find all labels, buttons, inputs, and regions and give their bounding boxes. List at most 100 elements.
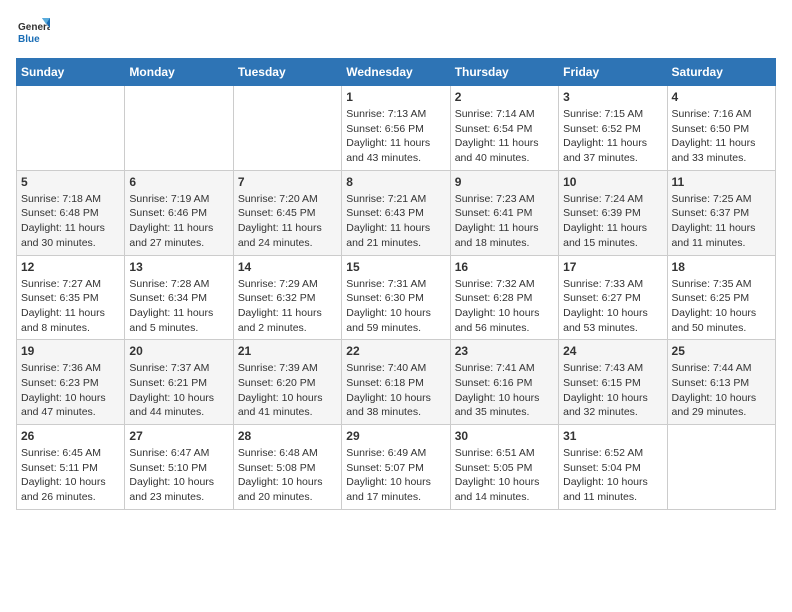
day-info: Sunrise: 7:23 AM Sunset: 6:41 PM Dayligh… <box>455 192 554 251</box>
calendar-cell: 19 Sunrise: 7:36 AM Sunset: 6:23 PM Dayli… <box>17 340 125 425</box>
day-number: 5 <box>21 175 120 189</box>
calendar-cell: 27 Sunrise: 6:47 AM Sunset: 5:10 PM Dayli… <box>125 425 233 510</box>
day-number: 4 <box>672 90 771 104</box>
day-number: 10 <box>563 175 662 189</box>
calendar-cell: 14 Sunrise: 7:29 AM Sunset: 6:32 PM Dayli… <box>233 255 341 340</box>
calendar-cell <box>667 425 775 510</box>
calendar-cell: 24 Sunrise: 7:43 AM Sunset: 6:15 PM Dayli… <box>559 340 667 425</box>
day-info: Sunrise: 7:20 AM Sunset: 6:45 PM Dayligh… <box>238 192 337 251</box>
calendar-cell: 29 Sunrise: 6:49 AM Sunset: 5:07 PM Dayli… <box>342 425 450 510</box>
calendar-cell: 3Sunrise: 7:15 AM Sunset: 6:52 PM Daylig… <box>559 86 667 171</box>
calendar-cell: 25Sunrise: 7:44 AM Sunset: 6:13 PM Dayli… <box>667 340 775 425</box>
calendar-cell: 4 Sunrise: 7:16 AM Sunset: 6:50 PM Daylig… <box>667 86 775 171</box>
week-row-4: 19 Sunrise: 7:36 AM Sunset: 6:23 PM Dayli… <box>17 340 776 425</box>
day-info: Sunrise: 7:14 AM Sunset: 6:54 PM Dayligh… <box>455 107 554 166</box>
day-number: 24 <box>563 344 662 358</box>
day-number: 12 <box>21 260 120 274</box>
calendar-cell <box>233 86 341 171</box>
week-row-1: 1Sunrise: 7:13 AM Sunset: 6:56 PM Daylig… <box>17 86 776 171</box>
day-info: Sunrise: 7:37 AM Sunset: 6:21 PM Dayligh… <box>129 361 228 420</box>
day-number: 7 <box>238 175 337 189</box>
day-info: Sunrise: 7:18 AM Sunset: 6:48 PM Dayligh… <box>21 192 120 251</box>
day-info: Sunrise: 7:36 AM Sunset: 6:23 PM Dayligh… <box>21 361 120 420</box>
calendar-cell: 31 Sunrise: 6:52 AM Sunset: 5:04 PM Dayli… <box>559 425 667 510</box>
day-header-monday: Monday <box>125 59 233 86</box>
day-info: Sunrise: 7:43 AM Sunset: 6:15 PM Dayligh… <box>563 361 662 420</box>
calendar-cell: 21Sunrise: 7:39 AM Sunset: 6:20 PM Dayli… <box>233 340 341 425</box>
day-number: 19 <box>21 344 120 358</box>
day-info: Sunrise: 7:27 AM Sunset: 6:35 PM Dayligh… <box>21 277 120 336</box>
day-info: Sunrise: 6:49 AM Sunset: 5:07 PM Dayligh… <box>346 446 445 505</box>
day-header-tuesday: Tuesday <box>233 59 341 86</box>
logo: General Blue <box>16 16 50 50</box>
calendar-cell: 22 Sunrise: 7:40 AM Sunset: 6:18 PM Dayli… <box>342 340 450 425</box>
day-info: Sunrise: 7:40 AM Sunset: 6:18 PM Dayligh… <box>346 361 445 420</box>
page-header: General Blue <box>16 16 776 50</box>
day-number: 25 <box>672 344 771 358</box>
day-number: 6 <box>129 175 228 189</box>
day-number: 17 <box>563 260 662 274</box>
day-number: 9 <box>455 175 554 189</box>
day-info: Sunrise: 7:24 AM Sunset: 6:39 PM Dayligh… <box>563 192 662 251</box>
week-row-3: 12 Sunrise: 7:27 AM Sunset: 6:35 PM Dayli… <box>17 255 776 340</box>
day-info: Sunrise: 7:25 AM Sunset: 6:37 PM Dayligh… <box>672 192 771 251</box>
day-number: 2 <box>455 90 554 104</box>
calendar-cell: 16 Sunrise: 7:32 AM Sunset: 6:28 PM Dayli… <box>450 255 558 340</box>
week-row-2: 5 Sunrise: 7:18 AM Sunset: 6:48 PM Daylig… <box>17 170 776 255</box>
day-number: 16 <box>455 260 554 274</box>
day-number: 27 <box>129 429 228 443</box>
day-info: Sunrise: 6:52 AM Sunset: 5:04 PM Dayligh… <box>563 446 662 505</box>
day-info: Sunrise: 7:29 AM Sunset: 6:32 PM Dayligh… <box>238 277 337 336</box>
day-header-friday: Friday <box>559 59 667 86</box>
day-header-thursday: Thursday <box>450 59 558 86</box>
day-info: Sunrise: 7:16 AM Sunset: 6:50 PM Dayligh… <box>672 107 771 166</box>
calendar-table: SundayMondayTuesdayWednesdayThursdayFrid… <box>16 58 776 510</box>
day-number: 1 <box>346 90 445 104</box>
day-number: 18 <box>672 260 771 274</box>
day-number: 31 <box>563 429 662 443</box>
calendar-cell <box>125 86 233 171</box>
day-info: Sunrise: 6:45 AM Sunset: 5:11 PM Dayligh… <box>21 446 120 505</box>
day-number: 29 <box>346 429 445 443</box>
day-info: Sunrise: 7:41 AM Sunset: 6:16 PM Dayligh… <box>455 361 554 420</box>
day-info: Sunrise: 7:31 AM Sunset: 6:30 PM Dayligh… <box>346 277 445 336</box>
day-number: 23 <box>455 344 554 358</box>
calendar-cell: 30Sunrise: 6:51 AM Sunset: 5:05 PM Dayli… <box>450 425 558 510</box>
logo-graphic: General Blue <box>16 16 50 50</box>
day-number: 3 <box>563 90 662 104</box>
svg-text:Blue: Blue <box>18 34 40 45</box>
day-number: 15 <box>346 260 445 274</box>
calendar-cell: 28Sunrise: 6:48 AM Sunset: 5:08 PM Dayli… <box>233 425 341 510</box>
day-number: 8 <box>346 175 445 189</box>
calendar-cell: 8 Sunrise: 7:21 AM Sunset: 6:43 PM Daylig… <box>342 170 450 255</box>
day-info: Sunrise: 7:21 AM Sunset: 6:43 PM Dayligh… <box>346 192 445 251</box>
calendar-cell: 6 Sunrise: 7:19 AM Sunset: 6:46 PM Daylig… <box>125 170 233 255</box>
calendar-cell: 12 Sunrise: 7:27 AM Sunset: 6:35 PM Dayli… <box>17 255 125 340</box>
day-info: Sunrise: 7:33 AM Sunset: 6:27 PM Dayligh… <box>563 277 662 336</box>
day-info: Sunrise: 7:35 AM Sunset: 6:25 PM Dayligh… <box>672 277 771 336</box>
day-number: 28 <box>238 429 337 443</box>
day-info: Sunrise: 7:39 AM Sunset: 6:20 PM Dayligh… <box>238 361 337 420</box>
calendar-cell: 9 Sunrise: 7:23 AM Sunset: 6:41 PM Daylig… <box>450 170 558 255</box>
calendar-cell: 13 Sunrise: 7:28 AM Sunset: 6:34 PM Dayli… <box>125 255 233 340</box>
day-number: 14 <box>238 260 337 274</box>
day-info: Sunrise: 7:28 AM Sunset: 6:34 PM Dayligh… <box>129 277 228 336</box>
day-number: 22 <box>346 344 445 358</box>
calendar-cell: 11 Sunrise: 7:25 AM Sunset: 6:37 PM Dayli… <box>667 170 775 255</box>
day-info: Sunrise: 6:47 AM Sunset: 5:10 PM Dayligh… <box>129 446 228 505</box>
day-info: Sunrise: 6:51 AM Sunset: 5:05 PM Dayligh… <box>455 446 554 505</box>
day-number: 26 <box>21 429 120 443</box>
day-number: 13 <box>129 260 228 274</box>
calendar-cell: 23 Sunrise: 7:41 AM Sunset: 6:16 PM Dayli… <box>450 340 558 425</box>
calendar-cell: 17 Sunrise: 7:33 AM Sunset: 6:27 PM Dayli… <box>559 255 667 340</box>
calendar-cell: 5 Sunrise: 7:18 AM Sunset: 6:48 PM Daylig… <box>17 170 125 255</box>
day-number: 20 <box>129 344 228 358</box>
day-info: Sunrise: 7:32 AM Sunset: 6:28 PM Dayligh… <box>455 277 554 336</box>
calendar-cell: 26 Sunrise: 6:45 AM Sunset: 5:11 PM Dayli… <box>17 425 125 510</box>
calendar-cell: 18 Sunrise: 7:35 AM Sunset: 6:25 PM Dayli… <box>667 255 775 340</box>
day-info: Sunrise: 7:19 AM Sunset: 6:46 PM Dayligh… <box>129 192 228 251</box>
day-number: 11 <box>672 175 771 189</box>
day-header-wednesday: Wednesday <box>342 59 450 86</box>
days-header-row: SundayMondayTuesdayWednesdayThursdayFrid… <box>17 59 776 86</box>
day-header-saturday: Saturday <box>667 59 775 86</box>
